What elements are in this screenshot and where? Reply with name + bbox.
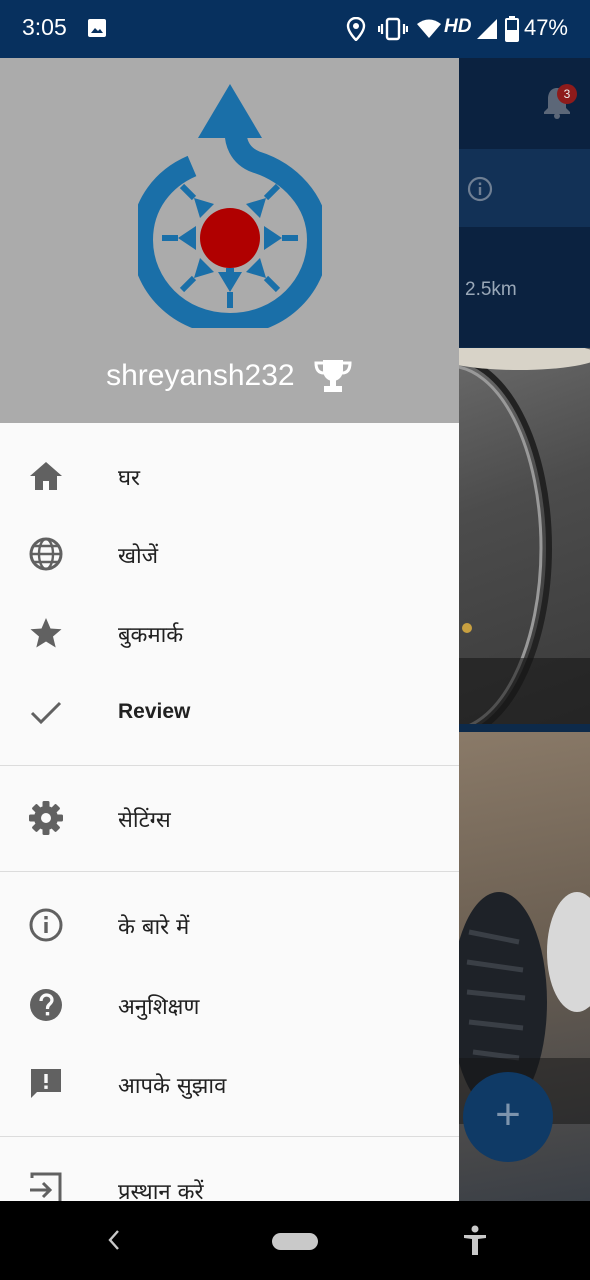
menu-item-label: खोजें — [118, 544, 159, 569]
back-icon[interactable] — [104, 1227, 122, 1253]
menu-item-explore[interactable]: खोजें — [0, 515, 459, 593]
menu-divider — [0, 765, 459, 766]
image-icon — [88, 19, 106, 37]
menu-item-label: के बारे में — [118, 915, 190, 940]
menu-divider — [0, 871, 459, 872]
status-bar: 3:05 HD 47% — [0, 0, 590, 58]
trophy-icon[interactable] — [313, 358, 353, 394]
battery-percent: 47% — [523, 15, 568, 40]
background-app: 3 2.5km + — [459, 58, 590, 1201]
clock: 3:05 — [22, 14, 67, 40]
menu-item-bookmarks[interactable]: बुकमार्क — [0, 594, 459, 672]
username: shreyansh232 — [106, 359, 295, 393]
menu-item-review[interactable]: Review — [0, 673, 459, 751]
menu-item-label: प्रस्थान करें — [118, 1180, 204, 1201]
home-pill-button[interactable] — [272, 1233, 318, 1250]
background-toolbar: 3 — [459, 58, 590, 149]
menu-item-label: घर — [118, 466, 141, 491]
check-icon — [30, 701, 62, 725]
commons-logo-icon — [138, 84, 322, 328]
add-fab-button[interactable]: + — [463, 1072, 553, 1162]
username-row: shreyansh232 — [0, 358, 459, 394]
menu-item-feedback[interactable]: आपके सुझाव — [0, 1045, 459, 1123]
distance-label: 2.5km — [465, 279, 517, 300]
photo-1-caption — [459, 658, 590, 724]
menu-item-settings[interactable]: सेटिंग्स — [0, 779, 459, 857]
menu-divider — [0, 1136, 459, 1137]
star-icon — [30, 618, 62, 648]
background-distance-row: 2.5km — [459, 227, 590, 347]
menu-item-tutorial[interactable]: अनुशिक्षण — [0, 966, 459, 1044]
network-type: HD — [444, 16, 472, 37]
menu-item-home[interactable]: घर — [0, 437, 459, 515]
wifi-icon — [417, 19, 441, 38]
menu-item-about[interactable]: के बारे में — [0, 886, 459, 964]
navigation-drawer: shreyansh232 घर खोजें बुकमार्क Review से… — [0, 58, 459, 1201]
feedback-icon — [31, 1069, 61, 1098]
help-icon — [30, 989, 62, 1021]
system-nav-bar — [0, 1201, 590, 1280]
signal-icon — [477, 19, 497, 39]
background-info-row — [459, 149, 590, 227]
menu-item-logout[interactable]: प्रस्थान करें — [0, 1151, 459, 1201]
globe-icon — [29, 537, 63, 571]
accessibility-icon[interactable] — [462, 1225, 488, 1257]
menu-item-label: Review — [118, 700, 191, 723]
notification-count-badge: 3 — [557, 84, 577, 104]
info-icon — [29, 908, 63, 942]
menu-item-label: आपके सुझाव — [118, 1074, 227, 1099]
home-icon — [30, 462, 62, 490]
menu-item-label: अनुशिक्षण — [118, 995, 200, 1020]
gear-icon — [29, 801, 63, 835]
drawer-header: shreyansh232 — [0, 58, 459, 423]
menu-item-label: बुकमार्क — [118, 623, 184, 648]
vibrate-icon — [378, 17, 408, 41]
battery-icon — [505, 16, 519, 42]
menu-item-label: सेटिंग्स — [118, 808, 171, 833]
info-icon[interactable] — [467, 176, 493, 202]
location-icon — [346, 17, 366, 41]
logout-icon — [30, 1172, 62, 1201]
